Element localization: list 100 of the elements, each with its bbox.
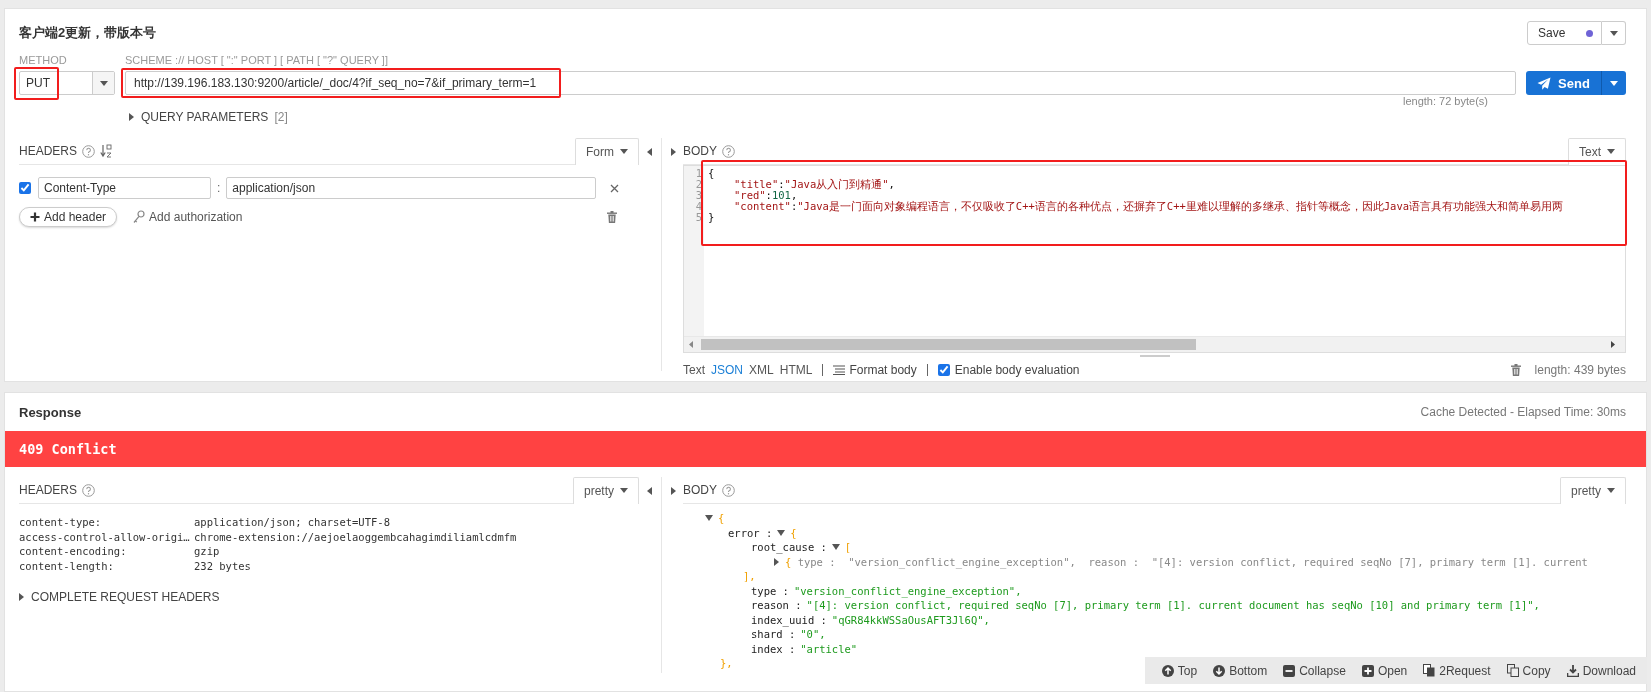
plus-square-icon — [1361, 664, 1374, 677]
sort-icon[interactable] — [100, 144, 112, 158]
add-header-button[interactable]: Add header — [19, 207, 118, 227]
method-select[interactable]: PUT — [19, 71, 115, 95]
header-name-field[interactable]: Content-Type — [38, 177, 211, 199]
json-value: "version_conflict_engine_exception", — [793, 583, 1022, 598]
checkbox[interactable] — [937, 364, 950, 376]
header-value: gzip — [194, 544, 221, 559]
json-key: index_uuid : — [751, 612, 827, 627]
field-label: SCHEME :// HOST [ ":" PORT ] [ PATH [ "?" QUERY ]] — [125, 54, 389, 66]
save-button[interactable]: Save — [1527, 21, 1602, 45]
toolbar-button[interactable]: Download — [1559, 663, 1643, 678]
json-key: index : — [751, 641, 796, 656]
save-options-button[interactable] — [1602, 21, 1626, 45]
header-name: access-control-allow-origi… — [19, 529, 191, 544]
code-line: "red":101, — [733, 190, 799, 201]
json-key: reason : — [751, 598, 802, 613]
toolbar-button[interactable]: 2Request — [1416, 663, 1498, 678]
mode-dropdown[interactable]: Form — [575, 137, 639, 165]
header-name: content-type: — [19, 515, 103, 530]
json-bracket: { — [790, 525, 797, 540]
url-field[interactable]: http://139.196.183.130:9200/article/_doc/4?if_seq_no=7&if_primary_term=1 — [125, 71, 1516, 95]
arrow-left-icon[interactable] — [646, 148, 652, 156]
json-value: "0", — [800, 627, 826, 642]
help-icon — [82, 483, 95, 497]
request-title: 客户端2更新，带版本号 — [19, 24, 157, 42]
field-label: METHOD — [19, 54, 68, 66]
trash-icon[interactable] — [607, 211, 617, 223]
toolbar-button[interactable]: Open — [1354, 663, 1415, 678]
header-value-field[interactable]: application/json — [226, 177, 597, 199]
header-name: content-encoding: — [19, 544, 128, 559]
toolbar-button[interactable]: Bottom — [1206, 663, 1275, 678]
line-number: 2 — [695, 179, 702, 190]
copy-icon — [1506, 664, 1519, 677]
align-icon — [833, 365, 846, 375]
caret-right-icon[interactable] — [129, 113, 135, 121]
help-icon — [722, 483, 735, 497]
mode-dropdown[interactable]: Text — [1568, 137, 1626, 165]
code-line: } — [708, 212, 716, 223]
caret-right-icon[interactable] — [774, 557, 780, 566]
body-length: length: 439 bytes — [1534, 363, 1626, 377]
line-number: 1 — [695, 168, 702, 179]
header-value: chrome-extension://aejoelaoggembcahagimdiliamlcdmfm — [194, 529, 517, 544]
json-key: root_cause : — [751, 540, 827, 555]
response-title: Response — [19, 404, 82, 420]
download-icon — [1566, 664, 1579, 677]
close-icon[interactable] — [610, 183, 620, 193]
send-button[interactable]: Send — [1526, 71, 1601, 95]
caret-icon — [1609, 30, 1618, 36]
json-summary: { type : "version_conflict_engine_exception", reason : "[4]: version conflict, required seqNo [7], primary term [1]. current — [785, 554, 1588, 569]
json-value: "qGR84kkWSSaOusAFT3Jl6Q", — [831, 612, 990, 627]
json-key: type : — [751, 583, 789, 598]
format-tab[interactable]: JSON — [711, 363, 744, 377]
caret-icon — [620, 488, 628, 493]
json-value: "article" — [800, 641, 858, 656]
view-dropdown[interactable]: pretty — [1560, 476, 1626, 504]
json-key: error : — [728, 525, 773, 540]
caret-icon — [1607, 488, 1615, 493]
view-dropdown[interactable]: pretty — [573, 476, 639, 504]
section-title: BODY — [683, 483, 717, 497]
arrow-left-icon[interactable] — [646, 487, 652, 495]
checkbox[interactable] — [19, 182, 31, 194]
highlight-frame — [14, 67, 59, 100]
caret-down-icon[interactable] — [777, 529, 786, 536]
plus-icon — [30, 212, 40, 222]
header-value: 232 bytes — [194, 558, 252, 573]
arrow-down-circle-icon — [1213, 664, 1226, 677]
separator: : — [216, 181, 222, 195]
caret-down-icon[interactable] — [705, 515, 713, 522]
json-value: "[4]: version conflict, required seqNo [7], primary term [1]. current document has seqNo [10] and primary term [1]", — [806, 598, 1540, 613]
toolbar-button[interactable]: Top — [1154, 663, 1205, 678]
add-authorization-link[interactable]: Add authorization — [127, 209, 249, 225]
elapsed-time: Cache Detected - Elapsed Time: 30ms — [1420, 405, 1626, 419]
json-bracket: [ — [844, 540, 852, 555]
format-body-button[interactable]: Format body — [833, 363, 917, 377]
caret-down-icon[interactable] — [831, 544, 840, 551]
resize-handle[interactable] — [1139, 355, 1170, 357]
json-bracket: ], — [743, 569, 756, 584]
json-key: shard : — [751, 627, 796, 642]
caret-icon — [620, 149, 628, 154]
complete-headers-toggle[interactable]: COMPLETE REQUEST HEADERS — [19, 590, 220, 604]
caret-icon — [1607, 149, 1615, 154]
send-options-button[interactable] — [1601, 71, 1626, 95]
status-text: 409 Conflict — [19, 441, 117, 457]
arrow-right-icon[interactable] — [670, 487, 676, 495]
query-parameters-toggle[interactable]: QUERY PARAMETERS [2] — [129, 110, 1516, 124]
send-icon — [1537, 76, 1552, 90]
caret-right-icon[interactable] — [19, 593, 25, 601]
arrow-up-circle-icon — [1161, 664, 1174, 677]
toolbar-button[interactable]: Copy — [1499, 663, 1558, 678]
format-tab[interactable]: XML — [749, 363, 774, 377]
key-icon — [133, 210, 146, 224]
format-tab[interactable]: HTML — [779, 363, 813, 377]
url-length: length: 72 byte(s) — [1403, 95, 1488, 108]
json-bracket: { — [718, 511, 725, 526]
arrow-right-icon[interactable] — [670, 148, 676, 156]
toolbar-button[interactable]: Collapse — [1276, 663, 1353, 678]
trash-icon[interactable] — [1510, 364, 1521, 376]
format-tab[interactable]: Text — [683, 363, 705, 377]
dot-icon — [1586, 29, 1593, 37]
